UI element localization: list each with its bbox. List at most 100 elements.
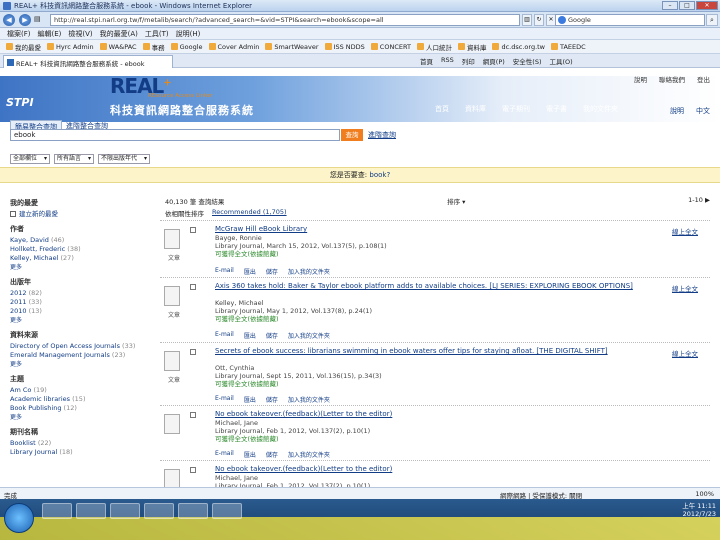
facet-item[interactable]: Book Publishing (12) bbox=[10, 404, 160, 413]
save-action[interactable]: 儲存 bbox=[266, 331, 278, 340]
save-action[interactable]: 儲存 bbox=[266, 267, 278, 276]
menu-tools[interactable]: 工具(T) bbox=[145, 29, 169, 39]
help-link[interactable]: 說明 bbox=[634, 74, 647, 84]
sort-control[interactable]: 排序 ▾ bbox=[447, 196, 465, 206]
nav-home[interactable]: 首頁 bbox=[435, 104, 449, 114]
nav-help[interactable]: 說明 bbox=[670, 106, 684, 116]
logout-link[interactable]: 登出 bbox=[697, 74, 710, 84]
email-action[interactable]: E-mail bbox=[215, 450, 234, 459]
media-taskbar-icon[interactable] bbox=[110, 503, 140, 519]
compat-icon[interactable]: ▥ bbox=[522, 14, 532, 26]
menu-favorites[interactable]: 我的最愛(A) bbox=[100, 29, 138, 39]
tools-menu[interactable]: 工具(O) bbox=[549, 56, 572, 66]
menu-view[interactable]: 檢視(V) bbox=[68, 29, 92, 39]
select-checkbox[interactable] bbox=[190, 349, 196, 355]
facet-item[interactable]: 2010 (13) bbox=[10, 307, 160, 316]
result-title[interactable]: Axis 360 takes hold: Baker & Taylor eboo… bbox=[215, 282, 635, 290]
add-folder-action[interactable]: 加入我的文件夾 bbox=[288, 267, 330, 276]
powerpoint-taskbar-icon[interactable] bbox=[212, 503, 242, 519]
email-action[interactable]: E-mail bbox=[215, 267, 234, 276]
facet-item[interactable]: Kaye, David (46) bbox=[10, 236, 160, 245]
menu-edit[interactable]: 編輯(E) bbox=[38, 29, 62, 39]
explorer-taskbar-icon[interactable] bbox=[76, 503, 106, 519]
result-availability[interactable]: 可獲得全文(依據館藏) bbox=[215, 315, 279, 323]
select-checkbox[interactable] bbox=[190, 412, 196, 418]
app-taskbar-icon[interactable] bbox=[144, 503, 174, 519]
result-title[interactable]: No ebook takeover.(feedback)(Letter to t… bbox=[215, 465, 635, 473]
email-action[interactable]: E-mail bbox=[215, 331, 234, 340]
menu-help[interactable]: 說明(H) bbox=[176, 29, 201, 39]
zoom-level[interactable]: 100% bbox=[695, 490, 714, 498]
fav-item[interactable]: Cover Admin bbox=[208, 43, 259, 51]
facet-item[interactable]: Emerald Management Journals (23) bbox=[10, 351, 160, 360]
stpi-logo[interactable]: STPI bbox=[6, 96, 34, 109]
clock-date[interactable]: 2012/7/23 bbox=[682, 510, 716, 518]
checkbox[interactable] bbox=[10, 211, 16, 217]
facet-more-link[interactable]: 更多 bbox=[10, 360, 160, 369]
print-button[interactable]: 列印 bbox=[462, 56, 475, 66]
menu-file[interactable]: 檔案(F) bbox=[7, 29, 31, 39]
export-action[interactable]: 匯出 bbox=[244, 450, 256, 459]
facet-item[interactable]: Library Journal (18) bbox=[10, 448, 160, 457]
facet-item[interactable]: Hollkett, Frederic (38) bbox=[10, 245, 160, 254]
fav-item[interactable]: CONCERT bbox=[370, 43, 411, 51]
minimize-button[interactable]: – bbox=[662, 1, 678, 10]
facet-item[interactable]: Academic libraries (15) bbox=[10, 395, 160, 404]
query-input[interactable]: ebook bbox=[10, 129, 340, 141]
facet-item[interactable]: 2012 (82) bbox=[10, 289, 160, 298]
fav-item[interactable]: Google bbox=[170, 43, 203, 51]
page-menu[interactable]: 網頁(P) bbox=[483, 56, 505, 66]
search-button[interactable]: 查詢 bbox=[341, 129, 363, 141]
export-action[interactable]: 匯出 bbox=[244, 395, 256, 404]
select-checkbox[interactable] bbox=[190, 284, 196, 290]
save-action[interactable]: 儲存 bbox=[266, 450, 278, 459]
select-checkbox[interactable] bbox=[190, 227, 196, 233]
result-availability[interactable]: 可獲得全文(依據館藏) bbox=[215, 435, 279, 443]
forward-button[interactable]: ▶ bbox=[19, 14, 31, 26]
close-button[interactable]: ✕ bbox=[696, 1, 718, 10]
fav-item[interactable]: dc.dsc.org.tw bbox=[492, 43, 545, 51]
web-search-input[interactable]: Google bbox=[555, 14, 705, 26]
fav-item[interactable]: Hyrc Admin bbox=[47, 43, 94, 51]
facet-more-link[interactable]: 更多 bbox=[10, 316, 160, 325]
back-button[interactable]: ◀ bbox=[3, 14, 15, 26]
nav-ebooks[interactable]: 電子書 bbox=[546, 104, 567, 114]
maximize-button[interactable]: □ bbox=[679, 1, 695, 10]
select-checkbox[interactable] bbox=[190, 467, 196, 473]
fav-item[interactable]: ISS NDDS bbox=[324, 43, 365, 51]
fulltext-link[interactable]: 線上全文 bbox=[672, 226, 698, 236]
facet-item[interactable]: Booklist (22) bbox=[10, 439, 160, 448]
nav-databases[interactable]: 資料庫 bbox=[465, 104, 486, 114]
add-folder-action[interactable]: 加入我的文件夾 bbox=[288, 395, 330, 404]
result-availability[interactable]: 可獲得全文(依據館藏) bbox=[215, 380, 279, 388]
add-folder-action[interactable]: 加入我的文件夾 bbox=[288, 450, 330, 459]
facet-item[interactable]: Kelley, Michael (27) bbox=[10, 254, 160, 263]
nav-ejournals[interactable]: 電子期刊 bbox=[502, 104, 530, 114]
facet-item[interactable]: 2011 (33) bbox=[10, 298, 160, 307]
fav-item[interactable]: 資料庫 bbox=[457, 42, 486, 52]
ie-taskbar-icon[interactable] bbox=[42, 503, 72, 519]
recommended-link[interactable]: Recommended (1,705) bbox=[212, 208, 287, 218]
export-action[interactable]: 匯出 bbox=[244, 331, 256, 340]
nav-language[interactable]: 中文 bbox=[696, 106, 710, 116]
browser-tab[interactable]: REAL+ 科技資訊網路整合服務系統 - ebook bbox=[3, 55, 173, 68]
refresh-icon[interactable]: ↻ bbox=[534, 14, 544, 26]
fav-item[interactable]: 人口統計 bbox=[416, 42, 452, 52]
word-taskbar-icon[interactable] bbox=[178, 503, 208, 519]
fulltext-link[interactable]: 線上全文 bbox=[672, 283, 698, 293]
facet-item[interactable]: Directory of Open Access Journals (33) bbox=[10, 342, 160, 351]
start-button[interactable] bbox=[4, 503, 34, 533]
field-select[interactable]: 全部欄位 bbox=[10, 154, 51, 164]
clock-time[interactable]: 上午 11:11 bbox=[682, 502, 716, 510]
export-action[interactable]: 匯出 bbox=[244, 267, 256, 276]
rss-button[interactable]: RSS bbox=[441, 56, 454, 66]
url-input[interactable]: http://real.stpi.narl.org.tw/f/metalib/s… bbox=[50, 14, 520, 26]
year-select[interactable]: 不限出版年代 bbox=[98, 154, 151, 164]
advanced-search-link[interactable]: 進階查詢 bbox=[368, 130, 396, 140]
facet-more-link[interactable]: 更多 bbox=[10, 413, 160, 422]
result-title[interactable]: Secrets of ebook success: librarians swi… bbox=[215, 347, 635, 355]
facet-item[interactable]: 建立新的最愛 bbox=[10, 210, 160, 219]
fulltext-link[interactable]: 線上全文 bbox=[672, 348, 698, 358]
pager[interactable]: 1-10 ▶ bbox=[688, 196, 710, 206]
suggest-link[interactable]: book? bbox=[369, 171, 390, 179]
